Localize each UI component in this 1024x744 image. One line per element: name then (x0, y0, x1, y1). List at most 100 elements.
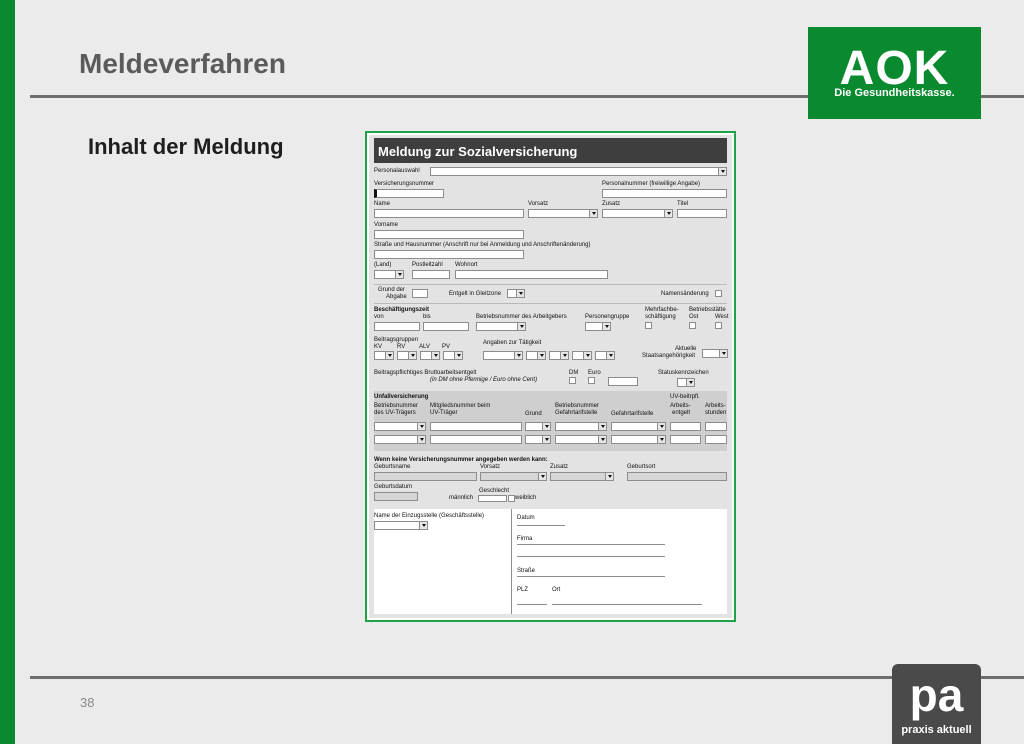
personalauswahl-label: Personalauswahl (374, 168, 420, 174)
gefahrtarif-bn-select-2[interactable] (555, 435, 607, 444)
bruttoarbeitsentgelt-label: Beitragspflichtiges Bruttoarbeitsentgelt (374, 370, 477, 376)
geburtsort-input[interactable] (627, 472, 727, 481)
taetigkeit-select-2[interactable] (526, 351, 546, 360)
chevron-down-icon[interactable] (664, 210, 672, 217)
chevron-down-icon[interactable] (719, 350, 727, 357)
gefahrtarif-bn-select-1[interactable] (555, 422, 607, 431)
firma-line-2[interactable] (517, 556, 665, 557)
versicherungsnummer-input[interactable] (374, 189, 444, 198)
vorsatz-select[interactable] (528, 209, 598, 218)
chevron-down-icon[interactable] (606, 352, 614, 359)
chevron-down-icon[interactable] (454, 352, 462, 359)
chevron-down-icon[interactable] (542, 436, 550, 443)
strasse-label: Straße (517, 568, 536, 574)
kv-select[interactable] (374, 351, 394, 360)
personalnummer-input[interactable] (602, 189, 727, 198)
pv-select[interactable] (443, 351, 463, 360)
strasse-hausnummer-input[interactable] (374, 250, 524, 259)
entgelt-gleitzone-select[interactable] (507, 289, 525, 298)
chevron-down-icon[interactable] (419, 522, 427, 529)
grund-der-abgabe-input[interactable] (412, 289, 428, 298)
chevron-down-icon[interactable] (516, 290, 524, 297)
chevron-down-icon[interactable] (657, 436, 665, 443)
chevron-down-icon[interactable] (385, 352, 393, 359)
chevron-down-icon[interactable] (598, 423, 606, 430)
strasse-line[interactable] (517, 576, 665, 577)
uv-grund-select-1[interactable] (525, 422, 551, 431)
ost-checkbox[interactable] (689, 322, 696, 329)
uv-betriebsnummer-select-1[interactable] (374, 422, 426, 431)
chevron-down-icon[interactable] (408, 352, 416, 359)
mehrfach-label-2: schäftigung (645, 314, 676, 320)
chevron-down-icon[interactable] (605, 473, 613, 480)
dm-radio[interactable] (569, 377, 576, 384)
geburt-vorsatz-select[interactable] (480, 472, 547, 481)
staatsangehoerigkeit-select[interactable] (702, 349, 728, 358)
maennlich-radio[interactable] (478, 495, 507, 502)
chevron-down-icon[interactable] (395, 271, 403, 278)
chevron-down-icon[interactable] (583, 352, 591, 359)
betriebsnummer-ag-select[interactable] (476, 322, 526, 331)
geburtsname-input[interactable] (374, 472, 477, 481)
chevron-down-icon[interactable] (657, 423, 665, 430)
euro-radio[interactable] (588, 377, 595, 384)
arbeitsstunden-input-1[interactable] (705, 422, 727, 431)
personalauswahl-select[interactable] (430, 167, 727, 176)
geburtsdatum-input[interactable] (374, 492, 418, 501)
firma-line-1[interactable] (517, 544, 665, 545)
uv-grund-select-2[interactable] (525, 435, 551, 444)
ort-line[interactable] (552, 604, 702, 605)
chevron-down-icon[interactable] (560, 352, 568, 359)
chevron-down-icon[interactable] (537, 352, 545, 359)
statuskennzeichen-select[interactable] (677, 378, 695, 387)
einzugsstelle-select[interactable] (374, 521, 428, 530)
namensaenderung-checkbox[interactable] (715, 290, 722, 297)
uv-betriebsnummer-select-2[interactable] (374, 435, 426, 444)
uv-entgelt-input-2[interactable] (670, 435, 701, 444)
datum-line[interactable] (517, 525, 565, 526)
chevron-down-icon[interactable] (517, 323, 525, 330)
gefahrtarifstelle-select-2[interactable] (611, 435, 666, 444)
mehrfachbeschaeftigung-checkbox[interactable] (645, 322, 652, 329)
chevron-down-icon[interactable] (602, 323, 610, 330)
bruttoarbeitsentgelt-input[interactable] (608, 377, 638, 386)
chevron-down-icon[interactable] (589, 210, 597, 217)
weiblich-radio[interactable] (508, 495, 515, 502)
taetigkeit-select-3[interactable] (549, 351, 569, 360)
mitgliedsnummer-input-2[interactable] (430, 435, 522, 444)
postleitzahl-input[interactable] (412, 270, 450, 279)
chevron-down-icon[interactable] (598, 436, 606, 443)
chevron-down-icon[interactable] (514, 352, 522, 359)
chevron-down-icon[interactable] (431, 352, 439, 359)
von-date-input[interactable] (374, 322, 420, 331)
taetigkeit-select-4[interactable] (572, 351, 592, 360)
gefahrtarifstelle-select-1[interactable] (611, 422, 666, 431)
alv-select[interactable] (420, 351, 440, 360)
chevron-down-icon[interactable] (718, 168, 726, 175)
chevron-down-icon[interactable] (538, 473, 546, 480)
titel-input[interactable] (677, 209, 727, 218)
chevron-down-icon[interactable] (542, 423, 550, 430)
geburt-zusatz-select[interactable] (550, 472, 614, 481)
chevron-down-icon[interactable] (417, 423, 425, 430)
bis-date-input[interactable] (423, 322, 469, 331)
taetigkeit-select-1[interactable] (483, 351, 523, 360)
taetigkeit-select-5[interactable] (595, 351, 615, 360)
personengruppe-select[interactable] (585, 322, 611, 331)
arbeitsstunden-input-2[interactable] (705, 435, 727, 444)
west-checkbox[interactable] (715, 322, 722, 329)
uv-entgelt-input-1[interactable] (670, 422, 701, 431)
chevron-down-icon[interactable] (417, 436, 425, 443)
wohnort-input[interactable] (455, 270, 608, 279)
alv-label: ALV (419, 344, 430, 350)
zusatz-select[interactable] (602, 209, 673, 218)
mitgliedsnummer-input-1[interactable] (430, 422, 522, 431)
land-select[interactable] (374, 270, 404, 279)
staatsangehoerigkeit-label: Staatsangehörigkeit (642, 353, 696, 359)
name-input[interactable] (374, 209, 524, 218)
plz-line[interactable] (517, 604, 547, 605)
personengruppe-label: Personengruppe (585, 314, 630, 320)
rv-select[interactable] (397, 351, 417, 360)
chevron-down-icon[interactable] (686, 379, 694, 386)
vorname-input[interactable] (374, 230, 524, 239)
